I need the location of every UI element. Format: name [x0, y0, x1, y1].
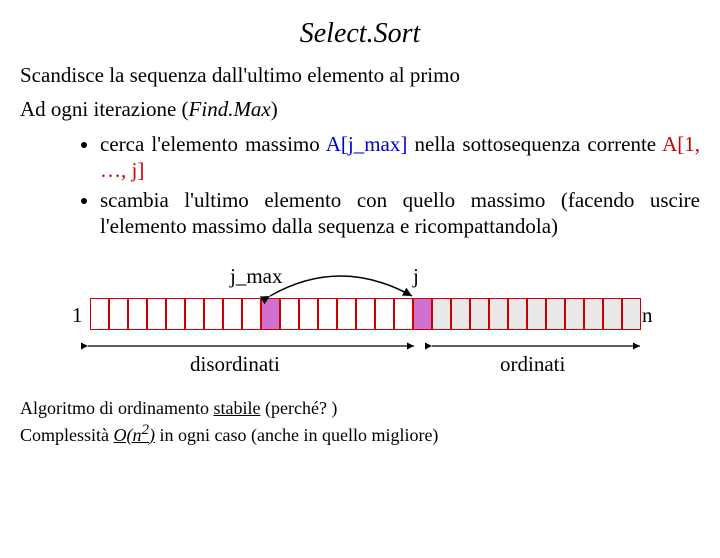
array-cells: [90, 298, 641, 330]
intro-line-1: Scandisce la sequenza dall'ultimo elemen…: [20, 62, 700, 88]
bullet-2: scambia l'ultimo elemento con quello mas…: [100, 187, 700, 240]
cell: [242, 298, 261, 330]
text: cerca l'elemento massimo: [100, 132, 326, 156]
label-jmax: j_max: [230, 264, 283, 289]
cell: [223, 298, 242, 330]
intro-line-2: Ad ogni iterazione (Find.Max): [20, 96, 700, 122]
cell-sorted: [470, 298, 489, 330]
cell-sorted: [584, 298, 603, 330]
cell-sorted: [432, 298, 451, 330]
a-jmax: A[j_max]: [326, 132, 408, 156]
bullet-1: cerca l'elemento massimo A[j_max] nella …: [100, 131, 700, 184]
cell: [356, 298, 375, 330]
cell-sorted: [603, 298, 622, 330]
cell: [280, 298, 299, 330]
cell-sorted: [565, 298, 584, 330]
cell: [147, 298, 166, 330]
cell: [128, 298, 147, 330]
cell-sorted: [489, 298, 508, 330]
cell: [375, 298, 394, 330]
cell: [204, 298, 223, 330]
footer-line-2: Complessità O(n2) in ogni caso (anche in…: [20, 420, 700, 447]
array-diagram: j_max j 1 n: [0, 258, 720, 388]
cell: [109, 298, 128, 330]
cell-sorted: [622, 298, 641, 330]
cell-sorted: [508, 298, 527, 330]
cell-j: [413, 298, 432, 330]
label-j: j: [413, 264, 419, 289]
label-n: n: [642, 303, 653, 328]
text: ): [271, 97, 278, 121]
text: Ad ogni iterazione (: [20, 97, 189, 121]
findmax-ref: Find.Max: [189, 97, 271, 121]
cell: [337, 298, 356, 330]
text: Complessità: [20, 425, 114, 445]
text: Algoritmo di ordinamento: [20, 398, 213, 418]
complexity: O(n2): [114, 425, 156, 445]
label-disordinati: disordinati: [190, 352, 280, 377]
cell-sorted: [451, 298, 470, 330]
cell: [299, 298, 318, 330]
footer-line-1: Algoritmo di ordinamento stabile (perché…: [20, 396, 700, 420]
cell-sorted: [546, 298, 565, 330]
cell-sorted: [527, 298, 546, 330]
cell: [185, 298, 204, 330]
bullet-list: cerca l'elemento massimo A[j_max] nella …: [60, 131, 700, 240]
cell: [166, 298, 185, 330]
cell-jmax: [261, 298, 280, 330]
footer-text: Algoritmo di ordinamento stabile (perché…: [20, 396, 700, 448]
text: in ogni caso (anche in quello migliore): [155, 425, 438, 445]
text: nella sottosequenza corrente: [407, 132, 662, 156]
text: (perché? ): [260, 398, 337, 418]
cell: [394, 298, 413, 330]
label-1: 1: [72, 303, 83, 328]
page-title: Select.Sort: [0, 18, 720, 50]
cell: [90, 298, 109, 330]
cell: [318, 298, 337, 330]
label-ordinati: ordinati: [500, 352, 565, 377]
stabile: stabile: [213, 398, 260, 418]
